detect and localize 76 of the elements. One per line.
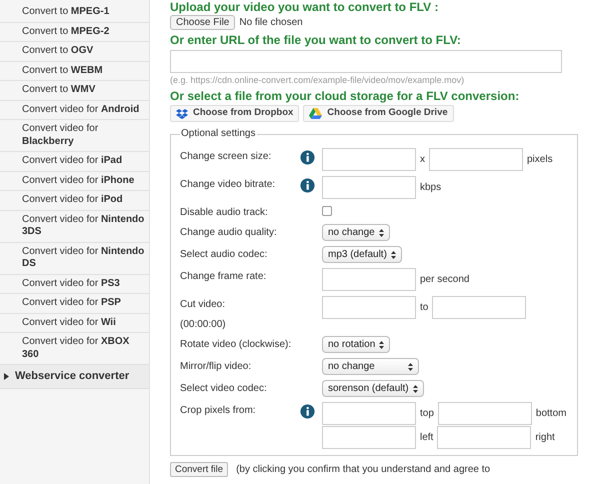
sidebar-item[interactable]: Convert to WMV (0, 81, 149, 100)
field-unit: x (419, 153, 426, 166)
select-dropdown[interactable]: no change (322, 224, 390, 241)
setting-label: Change audio quality: (180, 226, 277, 239)
input-field[interactable] (438, 402, 532, 425)
field-unit: top (419, 407, 435, 420)
select-dropdown[interactable]: sorenson (default) (322, 380, 424, 397)
sidebar-item[interactable]: Convert to OGV (0, 42, 149, 62)
triangle-icon (4, 372, 9, 380)
input-field[interactable] (432, 296, 526, 319)
field-unit: right (534, 431, 556, 444)
field-unit: left (419, 431, 434, 444)
updown-icon (390, 250, 396, 258)
cloud-button[interactable]: Choose from Google Drive (303, 105, 454, 122)
section-heading: Upload your video you want to convert to FLV : (170, 0, 440, 14)
field-unit: pixels (526, 153, 554, 166)
sidebar-item[interactable]: Convert video for Nintendo DS (0, 242, 149, 274)
input-field[interactable] (322, 402, 416, 425)
checkbox[interactable] (322, 206, 332, 216)
select-dropdown[interactable]: no change (322, 358, 419, 375)
input-field[interactable] (322, 176, 416, 199)
sidebar-item[interactable]: Convert to MPEG-2 (0, 22, 149, 42)
terms-note: (by clicking you confirm that you understand and agree to (236, 463, 490, 477)
info-icon[interactable] (300, 404, 315, 419)
setting-label: Crop pixels from: (180, 404, 256, 417)
field-unit: kbps (419, 181, 442, 194)
section-header[interactable]: Webservice converter (0, 365, 149, 388)
field-unit: bottom (534, 407, 568, 420)
sidebar-item[interactable]: Convert video for iPad (0, 152, 149, 172)
dropbox-icon (176, 108, 188, 118)
sidebar-item[interactable]: Convert video for Nintendo 3DS (0, 210, 149, 242)
setting-label: Select video codec: (180, 382, 267, 395)
field-unit: to (419, 301, 430, 314)
file-status: No file chosen (239, 16, 303, 30)
sidebar-item[interactable]: Convert video for Blackberry (0, 120, 149, 152)
drive-icon (309, 108, 322, 119)
input-field[interactable] (429, 148, 523, 171)
input-field[interactable] (322, 426, 416, 449)
sidebar-item[interactable]: Convert video for Android (0, 100, 149, 120)
setting-label: Disable audio track: (180, 206, 268, 219)
convert-button[interactable]: Convert file (170, 462, 228, 477)
select-dropdown[interactable]: mp3 (default) (322, 246, 402, 263)
updown-icon (378, 228, 384, 236)
sidebar-item[interactable]: Convert video for iPhone (0, 172, 149, 191)
setting-label: Rotate video (clockwise): (180, 338, 292, 351)
sidebar-item[interactable]: Convert video for PS3 (0, 274, 149, 294)
info-icon[interactable] (300, 178, 315, 193)
cloud-button[interactable]: Choose from Dropbox (170, 105, 300, 122)
setting-label: Change frame rate: (180, 270, 266, 283)
input-field[interactable] (322, 268, 416, 291)
setting-label: Change screen size: (180, 150, 272, 163)
sidebar-item[interactable]: Convert video for PSP (0, 294, 149, 314)
input-field[interactable] (322, 296, 416, 319)
setting-label: Mirror/flip video: (180, 360, 252, 373)
time-format-note: (00:00:00) (180, 318, 226, 331)
sidebar-item[interactable]: Convert to WEBM (0, 62, 149, 81)
section-heading: Or select a file from your cloud storage for a FLV conversion: (170, 89, 520, 103)
updown-icon (412, 384, 418, 392)
input-field[interactable] (322, 148, 416, 171)
section-heading: Or enter URL of the file you want to convert to FLV: (170, 33, 462, 47)
sidebar-item[interactable]: Convert video for iPod (0, 191, 149, 210)
panel-legend: Optional settings (180, 128, 256, 140)
select-dropdown[interactable]: no rotation (322, 336, 390, 353)
setting-label: Select audio codec: (180, 248, 268, 261)
choose-file-button[interactable]: Choose File (170, 15, 236, 30)
setting-label: Cut video: (180, 298, 226, 311)
sidebar-item[interactable]: Convert video for Wii (0, 314, 149, 333)
updown-icon (379, 340, 384, 348)
info-icon[interactable] (300, 150, 315, 165)
url-field[interactable] (170, 50, 562, 73)
url-hint: (e.g. https://cdn.online-convert.com/example-file/video/mov/example.mov) (170, 75, 466, 86)
setting-label: Change video bitrate: (180, 178, 276, 191)
field-unit: per second (419, 273, 470, 286)
updown-icon (408, 362, 413, 370)
input-field[interactable] (437, 426, 532, 449)
sidebar-item[interactable]: Convert to MPEG-1 (0, 3, 149, 22)
